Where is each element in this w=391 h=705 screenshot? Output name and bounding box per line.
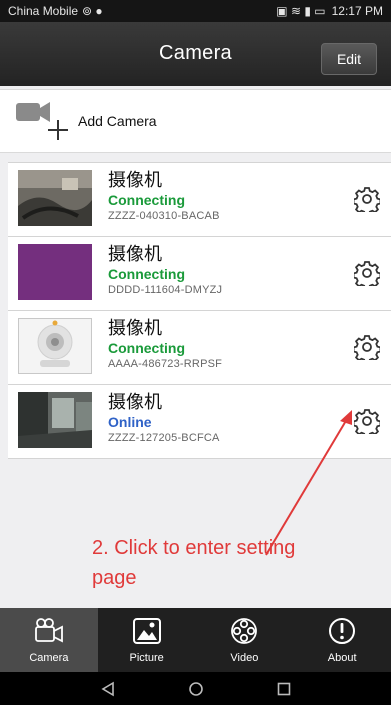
annotation-line-1: 2. Click to enter setting (92, 537, 296, 559)
tab-video[interactable]: Video (196, 608, 294, 672)
video-camera-icon (33, 616, 65, 646)
add-camera-row[interactable]: Add Camera (0, 89, 391, 153)
tab-label: About (327, 652, 357, 664)
settings-gear-icon[interactable] (352, 408, 382, 438)
camera-list-item[interactable]: 摄像机 Connecting DDDD-111604-DMYZJ (8, 237, 391, 311)
camera-id: AAAA-486723-RRPSF (108, 358, 223, 370)
home-icon[interactable] (188, 681, 204, 697)
info-exclamation-icon (326, 616, 358, 646)
camera-thumbnail (18, 392, 92, 448)
status-bar: China Mobile ⊚ ● ▣ ≋ ▮ ▭ 12:17 PM (0, 0, 391, 22)
camera-status: Connecting (108, 192, 185, 208)
add-camera-icon (14, 98, 72, 144)
camera-status: Online (108, 414, 152, 430)
notification-icons: ⊚ ● (82, 4, 103, 18)
settings-gear-icon[interactable] (352, 334, 382, 364)
camera-thumbnail (18, 244, 92, 300)
signal-icons: ▣ ≋ ▮ ▭ (276, 4, 326, 18)
back-icon[interactable] (100, 681, 116, 697)
camera-thumbnail (18, 318, 92, 374)
recents-icon[interactable] (276, 681, 292, 697)
annotation-text: 2. Click to enter setting page (92, 533, 295, 593)
tab-camera[interactable]: Camera (0, 608, 98, 672)
annotation-line-2: page (92, 567, 137, 589)
camera-status: Connecting (108, 340, 185, 356)
camera-id: ZZZZ-127205-BCFCA (108, 432, 220, 444)
settings-gear-icon[interactable] (352, 260, 382, 290)
tab-bar: Camera Picture Video About (0, 608, 391, 672)
camera-list-item[interactable]: 摄像机 Connecting AAAA-486723-RRPSF (8, 311, 391, 385)
header-bar: Camera Edit (0, 22, 391, 86)
camera-name: 摄像机 (108, 170, 162, 190)
film-reel-icon (228, 616, 260, 646)
settings-gear-icon[interactable] (352, 186, 382, 216)
camera-id: ZZZZ-040310-BACAB (108, 210, 220, 222)
tab-picture[interactable]: Picture (98, 608, 196, 672)
camera-list-item[interactable]: 摄像机 Connecting ZZZZ-040310-BACAB (8, 162, 391, 237)
tab-label: Picture (129, 652, 164, 664)
carrier-label: China Mobile (8, 4, 79, 18)
tab-label: Camera (29, 652, 69, 664)
camera-name: 摄像机 (108, 392, 162, 412)
camera-list: 摄像机 Connecting ZZZZ-040310-BACAB 摄像机 Con… (8, 162, 391, 459)
camera-name: 摄像机 (108, 318, 162, 338)
camera-id: DDDD-111604-DMYZJ (108, 284, 223, 296)
picture-icon (131, 616, 163, 646)
add-camera-label: Add Camera (78, 113, 157, 129)
camera-list-item[interactable]: 摄像机 Online ZZZZ-127205-BCFCA (8, 385, 391, 459)
camera-thumbnail (18, 170, 92, 226)
camera-name: 摄像机 (108, 244, 162, 264)
tab-about[interactable]: About (293, 608, 391, 672)
tab-label: Video (230, 652, 259, 664)
system-nav-bar (0, 672, 391, 705)
edit-button[interactable]: Edit (321, 43, 377, 75)
clock: 12:17 PM (331, 4, 383, 18)
camera-status: Connecting (108, 266, 185, 282)
